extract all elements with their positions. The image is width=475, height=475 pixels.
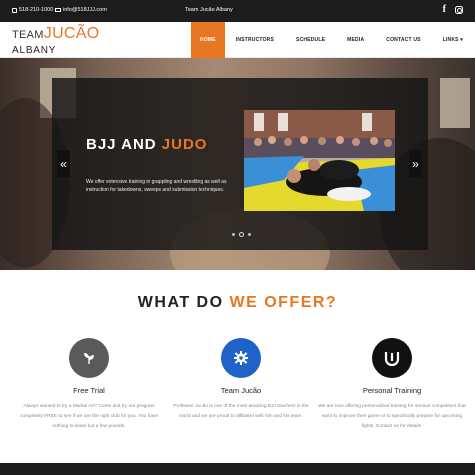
feature-description: Always wanted to try a Martial Art? Come… xyxy=(19,404,159,429)
offer-heading-highlight: WE OFFER? xyxy=(229,294,338,311)
nav-instructors[interactable]: INSTRUCTORS xyxy=(225,22,285,58)
nav-home[interactable]: HOME xyxy=(190,22,225,58)
slide-title: BJJ AND JUDO xyxy=(86,136,207,153)
slider-dot[interactable] xyxy=(248,233,251,236)
header: TEAMJUCÃO ALBANY HOME INSTRUCTORS SCHEDU… xyxy=(0,22,475,58)
feature-description: Professor Jucão is one of the most amazi… xyxy=(173,404,309,419)
prev-slide-button[interactable]: « xyxy=(57,150,70,177)
nav-media[interactable]: MEDIA xyxy=(336,22,375,58)
offer-heading-plain: WHAT DO xyxy=(137,294,230,311)
feature-title: Team Jucão xyxy=(220,386,262,395)
site-title: Team Jucão Albany xyxy=(185,7,233,13)
gear-icon xyxy=(234,351,248,365)
feature-circle[interactable] xyxy=(372,338,412,378)
feature-personal-training: Personal Training We are now offering pe… xyxy=(312,338,472,432)
slide-title-plain: BJJ AND xyxy=(86,136,162,153)
slider-dots xyxy=(232,232,251,237)
mail-icon xyxy=(55,8,61,12)
slider-dot-active[interactable] xyxy=(239,232,244,237)
main-nav: HOME INSTRUCTORS SCHEDULE MEDIA CONTACT … xyxy=(190,22,463,58)
nav-schedule[interactable]: SCHEDULE xyxy=(285,22,336,58)
slider-dot[interactable] xyxy=(232,233,235,236)
top-bar: 518-210-1000 info@518JJJ.com Team Jucão … xyxy=(0,0,475,22)
feature-description: We are now offering personalized trainin… xyxy=(318,404,466,429)
slide-card: BJJ AND JUDO We offer extensive training… xyxy=(52,78,428,250)
social-links: f xyxy=(443,5,463,15)
leaf-icon xyxy=(84,353,94,364)
instagram-icon[interactable] xyxy=(455,6,463,14)
slide-description: We offer extensive training in grappling… xyxy=(86,179,227,193)
footer-strip xyxy=(0,463,475,475)
feature-circle[interactable] xyxy=(69,338,109,378)
background-window xyxy=(440,78,470,128)
logo-team: TEAM xyxy=(12,29,44,41)
uj-logo-icon xyxy=(384,352,400,367)
phone-number[interactable]: 518-210-1000 xyxy=(19,7,53,13)
phone-contact[interactable]: 518-210-1000 xyxy=(12,7,53,13)
feature-circle[interactable] xyxy=(221,338,261,378)
feature-title: Free Trial xyxy=(73,386,105,395)
hero-slider: BJJ AND JUDO We offer extensive training… xyxy=(0,58,475,270)
slide-photo xyxy=(244,110,395,211)
logo-albany: ALBANY xyxy=(12,45,57,56)
grappling-photo xyxy=(244,110,395,211)
next-slide-button[interactable]: » xyxy=(409,150,422,177)
offer-heading: WHAT DO WE OFFER? xyxy=(0,294,475,312)
feature-free-trial: Free Trial Always wanted to try a Martia… xyxy=(9,338,169,432)
logo-jucao: JUCÃO xyxy=(43,25,100,42)
feature-team-jucao: Team Jucão Professor Jucão is one of the… xyxy=(161,338,321,422)
feature-title: Personal Training xyxy=(362,386,422,395)
slide-title-highlight: JUDO xyxy=(161,136,208,153)
email-contact[interactable]: info@518JJJ.com xyxy=(55,7,107,13)
phone-icon xyxy=(12,7,17,13)
facebook-icon[interactable]: f xyxy=(443,5,446,15)
email-address[interactable]: info@518JJJ.com xyxy=(63,7,107,13)
nav-links-dropdown[interactable]: LINKS ▾ xyxy=(432,22,463,58)
nav-contact-us[interactable]: CONTACT US xyxy=(375,22,431,58)
